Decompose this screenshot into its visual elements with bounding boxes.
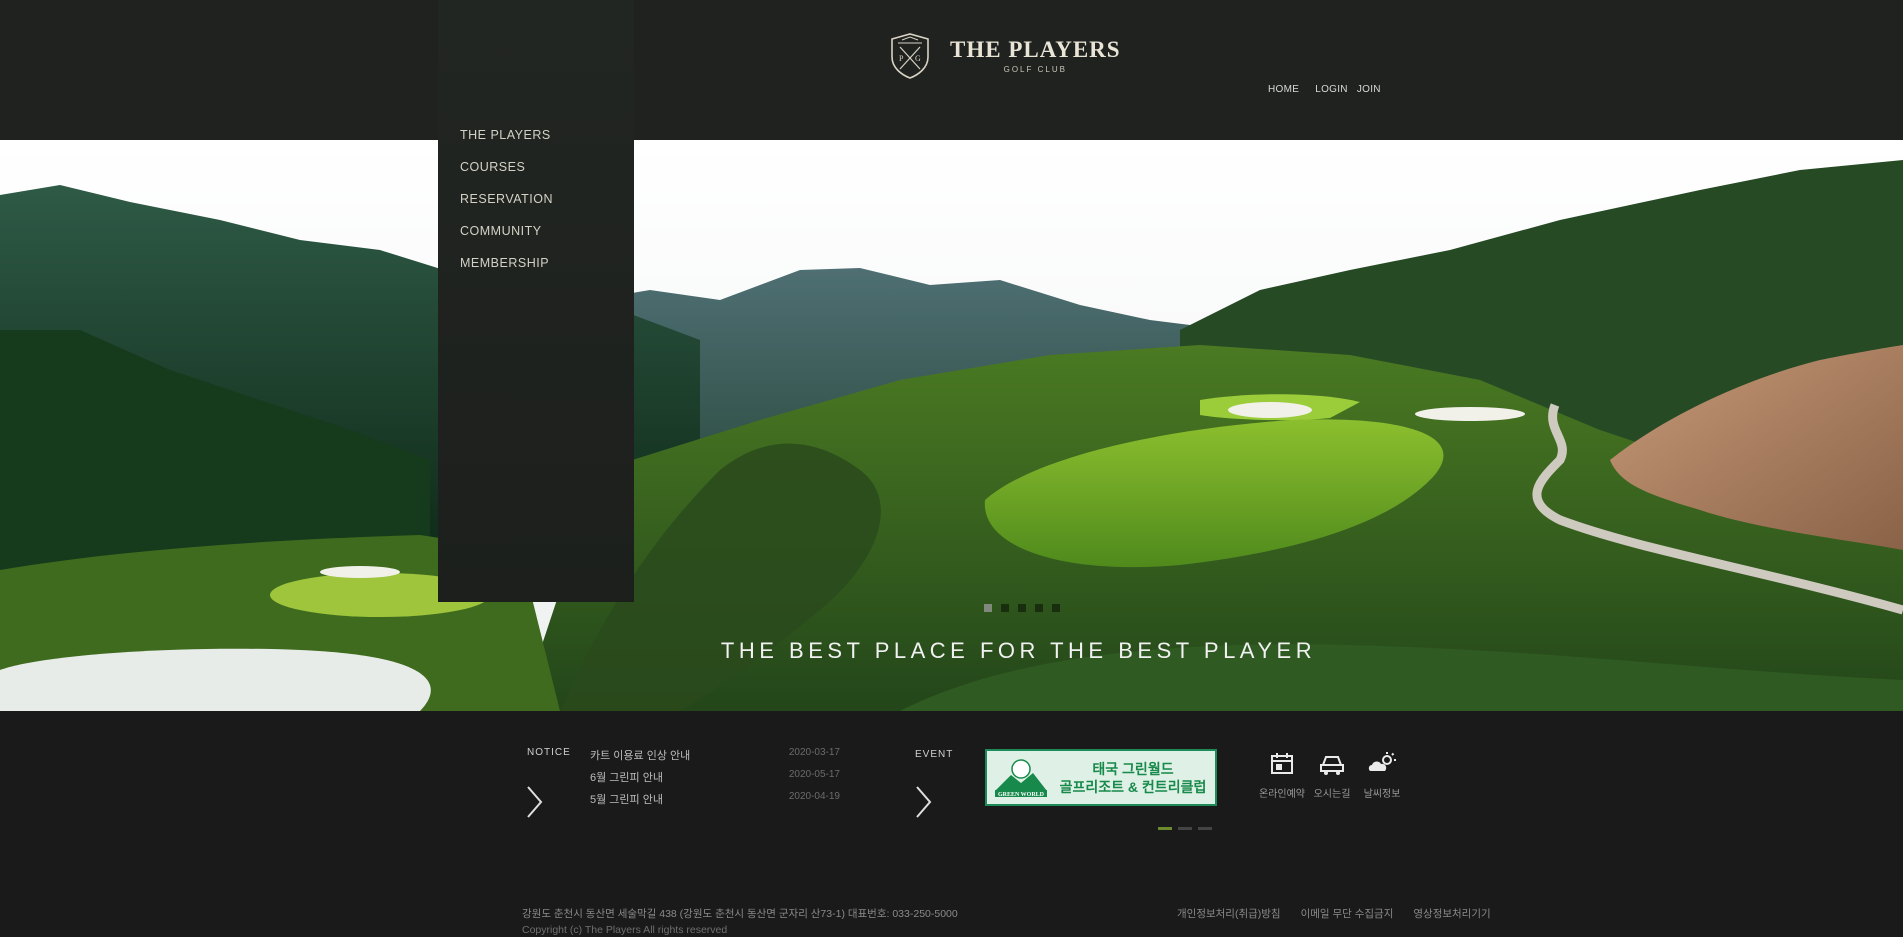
slide-indicators bbox=[984, 604, 1060, 612]
slide-dot[interactable] bbox=[1052, 604, 1060, 612]
banner-dot[interactable] bbox=[1178, 827, 1192, 830]
banner-line-1: 태국 그린월드 bbox=[1092, 760, 1174, 777]
slide-dot[interactable] bbox=[1035, 604, 1043, 612]
car-icon bbox=[1320, 756, 1344, 775]
logo-subtitle: GOLF CLUB bbox=[1003, 64, 1067, 74]
svg-text:P: P bbox=[899, 54, 904, 63]
hero-tagline: THE BEST PLACE FOR THE BEST PLAYER bbox=[720, 638, 1317, 663]
bottom-section: NOTICE 카트 이용료 인상 안내 2020-03-17 6월 그린피 안내… bbox=[0, 711, 1903, 937]
notice-label: NOTICE bbox=[527, 747, 571, 758]
slide-dot[interactable] bbox=[1001, 604, 1009, 612]
hero-slideshow: THE BEST PLACE FOR THE BEST PLAYER bbox=[0, 140, 1903, 711]
login-link[interactable]: LOGIN bbox=[1315, 84, 1348, 95]
utility-nav: HOME LOGIN JOIN bbox=[1268, 84, 1381, 95]
hero-landscape-image bbox=[0, 140, 1903, 711]
notice-date: 2020-05-17 bbox=[788, 769, 840, 780]
nav-item-the-players[interactable]: THE PLAYERS bbox=[460, 127, 553, 159]
quick-link-label: 온라인예약 bbox=[1259, 789, 1305, 800]
svg-text:G: G bbox=[915, 54, 921, 63]
event-label: EVENT bbox=[915, 749, 954, 760]
banner-indicators bbox=[1158, 827, 1212, 830]
logo-title: THE PLAYERS bbox=[950, 36, 1121, 62]
list-item[interactable]: 6월 그린피 안내 2020-05-17 bbox=[590, 769, 840, 791]
main-nav-panel: THE PLAYERS COURSES RESERVATION COMMUNIT… bbox=[438, 0, 634, 602]
crest-icon: P G bbox=[891, 33, 929, 79]
quick-link-label: 오시는길 bbox=[1313, 789, 1351, 800]
notice-title[interactable]: 6월 그린피 안내 bbox=[590, 769, 663, 791]
nav-item-reservation[interactable]: RESERVATION bbox=[460, 191, 553, 223]
banner-dot[interactable] bbox=[1198, 827, 1212, 830]
quick-link-label: 날씨정보 bbox=[1363, 789, 1401, 800]
quick-link-directions[interactable]: 오시는길 bbox=[1312, 751, 1352, 800]
list-item[interactable]: 카트 이용료 인상 안내 2020-03-17 bbox=[590, 747, 840, 769]
banner-dot[interactable] bbox=[1158, 827, 1172, 830]
green-world-logo-icon: GREEN WORLD bbox=[995, 758, 1047, 798]
event-banner[interactable]: GREEN WORLD 태국 그린월드 골프리조트 & 컨트리클럽 bbox=[985, 749, 1217, 806]
quick-links: 온라인예약 오시는길 날씨정보 bbox=[1259, 751, 1402, 800]
banner-logo-text: GREEN WORLD bbox=[998, 792, 1045, 798]
banner-line-2: 골프리조트 & 컨트리클럽 bbox=[1059, 778, 1207, 795]
footer-copyright: Copyright (c) The Players All rights res… bbox=[522, 924, 728, 936]
event-more-arrow-icon[interactable] bbox=[914, 784, 934, 820]
weather-icon bbox=[1368, 752, 1396, 771]
notice-date: 2020-04-19 bbox=[788, 791, 840, 802]
slide-dot[interactable] bbox=[984, 604, 992, 612]
site-logo[interactable]: P G THE PLAYERS GOLF CLUB bbox=[888, 30, 1121, 80]
quick-link-reservation[interactable]: 온라인예약 bbox=[1259, 751, 1305, 800]
home-link[interactable]: HOME bbox=[1268, 84, 1299, 95]
nav-item-community[interactable]: COMMUNITY bbox=[460, 223, 553, 255]
site-header: P G THE PLAYERS GOLF CLUB HOME LOGIN JOI… bbox=[0, 0, 1903, 140]
notice-more-arrow-icon[interactable] bbox=[525, 784, 545, 820]
quick-link-weather[interactable]: 날씨정보 bbox=[1362, 751, 1402, 800]
reservation-icon bbox=[1271, 753, 1293, 774]
privacy-policy-link[interactable]: 개인정보처리(취급)방침 bbox=[1177, 906, 1281, 921]
notice-date: 2020-03-17 bbox=[788, 747, 840, 758]
email-policy-link[interactable]: 이메일 무단 수집금지 bbox=[1301, 906, 1394, 921]
footer-links: 개인정보처리(취급)방침 이메일 무단 수집금지 영상정보처리기기 bbox=[1177, 906, 1491, 921]
slide-dot[interactable] bbox=[1018, 604, 1026, 612]
notice-list: 카트 이용료 인상 안내 2020-03-17 6월 그린피 안내 2020-0… bbox=[590, 747, 840, 813]
notice-title[interactable]: 카트 이용료 인상 안내 bbox=[590, 747, 690, 769]
nav-item-courses[interactable]: COURSES bbox=[460, 159, 553, 191]
notice-title[interactable]: 5월 그린피 안내 bbox=[590, 791, 663, 813]
cctv-policy-link[interactable]: 영상정보처리기기 bbox=[1413, 906, 1490, 921]
page: P G THE PLAYERS GOLF CLUB HOME LOGIN JOI… bbox=[0, 0, 1903, 937]
footer-address: 강원도 춘천시 동산면 세술막길 438 (강원도 춘천시 동산면 군자리 산7… bbox=[522, 908, 958, 920]
nav-item-membership[interactable]: MEMBERSHIP bbox=[460, 255, 553, 287]
list-item[interactable]: 5월 그린피 안내 2020-04-19 bbox=[590, 791, 840, 813]
join-link[interactable]: JOIN bbox=[1357, 84, 1381, 95]
